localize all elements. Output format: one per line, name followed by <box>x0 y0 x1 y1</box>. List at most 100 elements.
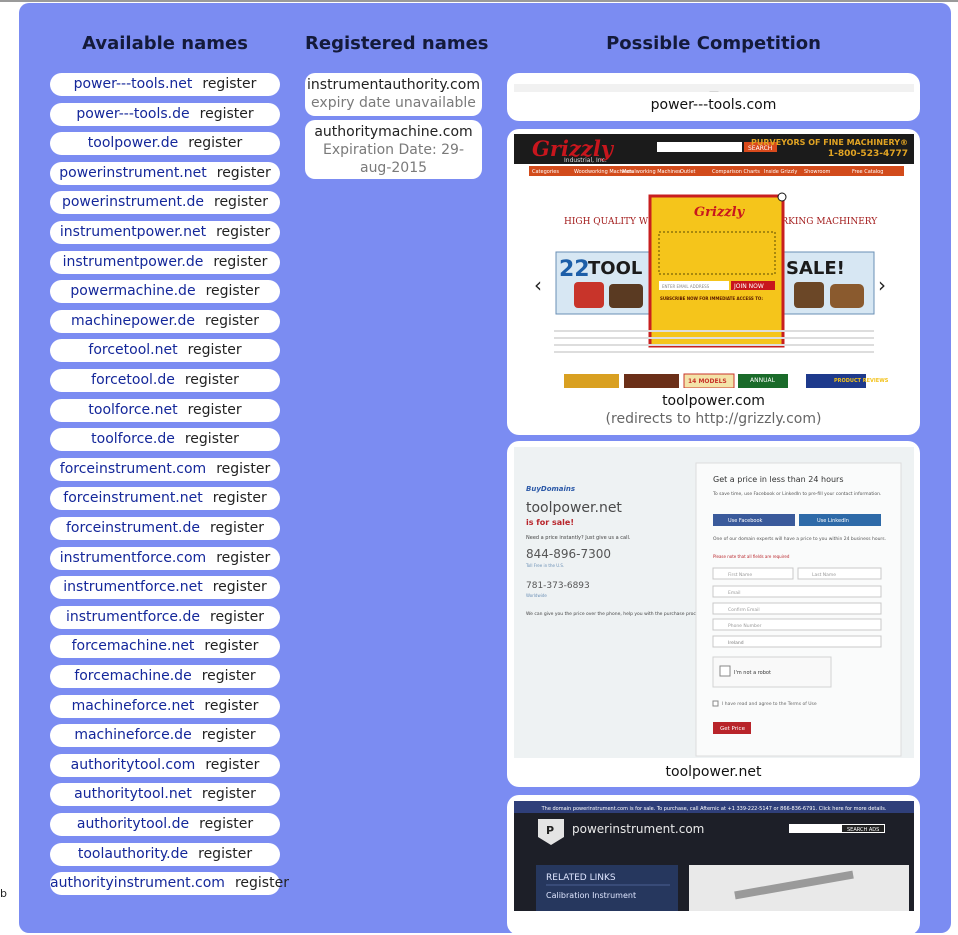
svg-text:Email: Email <box>728 590 741 596</box>
available-domain-link[interactable]: toolforce.net <box>88 402 177 418</box>
site-thumbnail: BuyDomains toolpower.net is for sale! Ne… <box>514 447 914 758</box>
available-domain-link[interactable]: forcemachine.de <box>74 668 191 684</box>
register-link[interactable]: register <box>210 520 264 536</box>
grizzly-nav-item: Inside Grizzly <box>764 169 797 175</box>
available-domain-link[interactable]: powerinstrument.net <box>59 165 207 181</box>
register-link[interactable]: register <box>202 668 256 684</box>
expiry-info: Expiration Date: 29-aug-2015 <box>322 142 464 176</box>
available-domain-link[interactable]: toolpower.de <box>88 135 178 151</box>
site-thumbnail <box>514 84 914 92</box>
svg-text:Get Price: Get Price <box>720 726 746 732</box>
svg-text:The domain powerinstrument.com: The domain powerinstrument.com is for sa… <box>541 806 887 812</box>
register-link[interactable]: register <box>205 757 259 773</box>
available-domain-link[interactable]: forcetool.net <box>88 342 177 358</box>
available-domain-link[interactable]: powerinstrument.de <box>62 194 204 210</box>
svg-text:BuyDomains: BuyDomains <box>526 485 575 493</box>
available-name-item: machinepower.de register <box>50 309 280 333</box>
available-name-item: machineforce.de register <box>50 724 280 748</box>
competition-card: Grizzly Industrial, Inc. SEARCH PURVEYOR… <box>507 129 920 435</box>
svg-text:P: P <box>546 824 554 837</box>
register-link[interactable]: register <box>198 846 252 862</box>
competition-card: BuyDomains toolpower.net is for sale! Ne… <box>507 441 920 787</box>
available-domain-link[interactable]: instrumentpower.de <box>63 254 204 270</box>
register-link[interactable]: register <box>216 461 270 477</box>
available-name-item: instrumentforce.net register <box>50 576 280 600</box>
register-link[interactable]: register <box>210 609 264 625</box>
grizzly-nav-item: Metalworking Machines <box>622 169 681 175</box>
available-name-item: authorityinstrument.com register <box>50 872 289 896</box>
available-domain-link[interactable]: instrumentforce.com <box>60 550 206 566</box>
available-domain-link[interactable]: forceinstrument.com <box>60 461 206 477</box>
available-name-item: instrumentpower.de register <box>50 250 280 274</box>
register-link[interactable]: register <box>188 342 242 358</box>
svg-text:Industrial, Inc.: Industrial, Inc. <box>564 157 607 164</box>
available-domain-link[interactable]: forcetool.de <box>91 372 175 388</box>
available-domain-link[interactable]: machinepower.de <box>71 313 195 329</box>
svg-text:PURVEYORS OF FINE MACHINERY®: PURVEYORS OF FINE MACHINERY® <box>751 138 908 147</box>
register-link[interactable]: register <box>216 224 270 240</box>
register-link[interactable]: register <box>202 727 256 743</box>
available-domain-link[interactable]: forceinstrument.net <box>63 490 202 506</box>
svg-text:Need a price instantly? Just g: Need a price instantly? Just give us a c… <box>526 535 631 541</box>
register-link[interactable]: register <box>214 194 268 210</box>
register-link[interactable]: register <box>202 76 256 92</box>
svg-text:ENTER EMAIL ADDRESS: ENTER EMAIL ADDRESS <box>662 284 710 289</box>
svg-text:SALE!: SALE! <box>786 258 845 279</box>
site-thumbnail: The domain powerinstrument.com is for sa… <box>514 801 914 911</box>
register-link[interactable]: register <box>216 550 270 566</box>
available-domain-link[interactable]: authoritytool.com <box>71 757 196 773</box>
available-domain-link[interactable]: authoritytool.de <box>77 816 189 832</box>
redirect-note: (redirects to http://grizzly.com) <box>605 411 822 427</box>
competitor-domain[interactable]: power---tools.com <box>507 97 920 113</box>
registered-name-card: instrumentauthority.com expiry date unav… <box>305 73 482 116</box>
available-domain-link[interactable]: forcemachine.net <box>72 638 195 654</box>
available-domain-link[interactable]: power---tools.net <box>74 76 193 92</box>
register-link[interactable]: register <box>213 254 267 270</box>
register-link[interactable]: register <box>235 875 289 891</box>
svg-text:Toll Free in the U.S.: Toll Free in the U.S. <box>525 563 564 568</box>
available-domain-link[interactable]: toolforce.de <box>91 431 175 447</box>
available-domain-link[interactable]: instrumentforce.net <box>63 579 202 595</box>
register-link[interactable]: register <box>205 313 259 329</box>
svg-text:Use LinkedIn: Use LinkedIn <box>817 518 849 524</box>
svg-text:Worldwide: Worldwide <box>526 593 547 598</box>
register-link[interactable]: register <box>213 579 267 595</box>
register-link[interactable]: register <box>213 490 267 506</box>
register-link[interactable]: register <box>202 786 256 802</box>
svg-text:Phone Number: Phone Number <box>728 623 762 629</box>
available-name-item: forcetool.de register <box>50 369 280 392</box>
register-link[interactable]: register <box>185 372 239 388</box>
competitor-domain[interactable]: toolpower.net <box>507 764 920 780</box>
buydomains-screenshot: BuyDomains toolpower.net is for sale! Ne… <box>514 447 914 758</box>
register-link[interactable]: register <box>188 135 242 151</box>
register-link[interactable]: register <box>199 816 253 832</box>
competitor-domain[interactable]: toolpower.com <box>507 393 920 409</box>
available-domain-link[interactable]: authorityinstrument.com <box>50 875 225 891</box>
available-domain-link[interactable]: power---tools.de <box>76 106 189 122</box>
svg-text:›: › <box>878 273 886 297</box>
available-domain-link[interactable]: toolauthority.de <box>78 846 188 862</box>
register-link[interactable]: register <box>206 283 260 299</box>
expiry-info: expiry date unavailable <box>311 95 476 111</box>
svg-text:SUBSCRIBE NOW FOR IMMEDIATE AC: SUBSCRIBE NOW FOR IMMEDIATE ACCESS TO: <box>660 296 763 301</box>
svg-text:SEARCH ADS: SEARCH ADS <box>847 827 879 833</box>
register-link[interactable]: register <box>188 402 242 418</box>
svg-text:Last Name: Last Name <box>812 572 836 578</box>
available-domain-link[interactable]: forceinstrument.de <box>66 520 200 536</box>
available-name-item: forcemachine.net register <box>50 635 280 659</box>
registered-domain: authoritymachine.com <box>314 124 473 140</box>
available-domain-link[interactable]: authoritytool.net <box>74 786 192 802</box>
available-domain-link[interactable]: powermachine.de <box>70 283 195 299</box>
available-domain-link[interactable]: instrumentforce.de <box>66 609 200 625</box>
register-link[interactable]: register <box>217 165 271 181</box>
register-link[interactable]: register <box>185 431 239 447</box>
register-link[interactable]: register <box>204 638 258 654</box>
available-name-item: forceinstrument.net register <box>50 487 280 511</box>
available-domain-link[interactable]: instrumentpower.net <box>60 224 206 240</box>
side-tab-label: b <box>0 887 7 900</box>
available-domain-link[interactable]: machineforce.net <box>72 698 195 714</box>
register-link[interactable]: register <box>204 698 258 714</box>
available-domain-link[interactable]: machineforce.de <box>74 727 191 743</box>
available-name-item: toolforce.de register <box>50 428 280 452</box>
register-link[interactable]: register <box>200 106 254 122</box>
